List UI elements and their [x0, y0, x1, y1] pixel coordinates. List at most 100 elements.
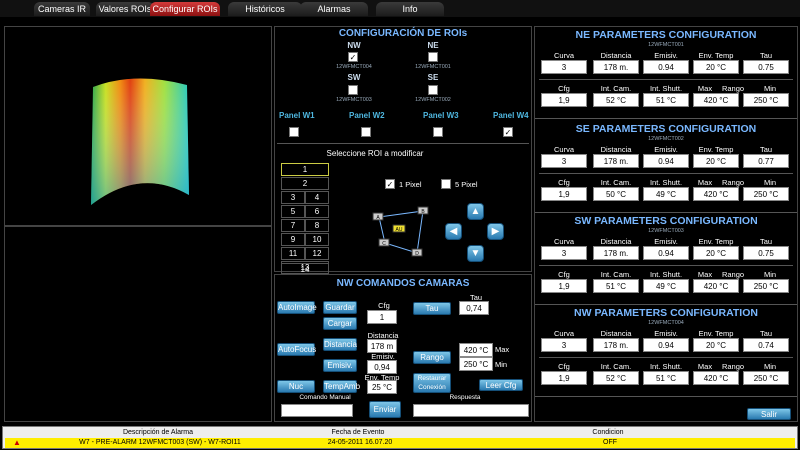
enviar-button[interactable]: Enviar [369, 401, 401, 418]
param-field[interactable]: 420 °C [693, 279, 739, 293]
roi-cell-11[interactable]: 11 [281, 247, 305, 260]
param-field[interactable]: 3 [541, 338, 587, 352]
distancia-button[interactable]: Distancia [323, 338, 357, 351]
param-field[interactable]: 178 m. [593, 60, 639, 74]
pixel1-checkbox[interactable]: ✓ [385, 179, 395, 189]
param-field[interactable]: 250 °C [743, 279, 789, 293]
param-field[interactable]: 0.77 [743, 154, 789, 168]
roi-sw-checkbox[interactable] [348, 85, 358, 95]
param-field[interactable]: 1,9 [541, 279, 587, 293]
roi-cell-7[interactable]: 7 [281, 219, 305, 232]
param-field[interactable]: 1,9 [541, 371, 587, 385]
leer-cfg-button[interactable]: Leer Cfg [479, 379, 523, 391]
roi-cell-4[interactable]: 4 [305, 191, 329, 204]
arrow-down-button[interactable]: ▼ [467, 245, 484, 262]
autoimage-button[interactable]: AutoImage [277, 301, 317, 314]
tau-field[interactable]: 0,74 [459, 301, 489, 315]
param-field[interactable]: 52 °C [593, 371, 639, 385]
param-field[interactable]: 51 °C [643, 371, 689, 385]
param-field[interactable]: 20 °C [693, 338, 739, 352]
rango-button[interactable]: Rango [413, 351, 451, 364]
param-section-title: NE PARAMETERS CONFIGURATION [575, 29, 757, 41]
roi-cell-3[interactable]: 3 [281, 191, 305, 204]
param-field[interactable]: 0.94 [643, 60, 689, 74]
roi-nw-checkbox[interactable]: ✓ [348, 52, 358, 62]
param-field[interactable]: 20 °C [693, 154, 739, 168]
roi-cell-5[interactable]: 5 [281, 205, 305, 218]
param-field[interactable]: 0.94 [643, 246, 689, 260]
roi-point-d-label: D [415, 251, 419, 257]
thermal-image [91, 78, 189, 205]
param-field[interactable]: 420 °C [693, 371, 739, 385]
nuc-button[interactable]: Nuc [277, 380, 315, 393]
param-field[interactable]: 20 °C [693, 60, 739, 74]
roi-cell-12[interactable]: 12 [305, 247, 329, 260]
min-field[interactable]: 250 °C [459, 357, 493, 371]
arrow-up-button[interactable]: ▲ [467, 203, 484, 220]
alarm-row[interactable]: ▲ W7 - PRE-ALARM 12WFMCT003 (SW) - W7-RO… [5, 438, 795, 448]
roi-cell-2[interactable]: 2 [281, 177, 329, 190]
param-field[interactable]: 420 °C [693, 93, 739, 107]
param-field[interactable]: 0.94 [643, 338, 689, 352]
roi-cell-8[interactable]: 8 [305, 219, 329, 232]
arrow-left-button[interactable]: ◀ [445, 223, 462, 240]
param-field[interactable]: 49 °C [643, 279, 689, 293]
param-field[interactable]: 1,9 [541, 187, 587, 201]
tab-valores-rois[interactable]: Valores ROIs [96, 2, 154, 16]
param-field[interactable]: 52 °C [593, 93, 639, 107]
param-field[interactable]: 0.75 [743, 246, 789, 260]
max-field[interactable]: 420 °C [459, 343, 493, 357]
param-field[interactable]: 20 °C [693, 246, 739, 260]
cfg-field[interactable]: 1 [367, 310, 397, 324]
param-field[interactable]: 250 °C [743, 93, 789, 107]
tab-historicos[interactable]: Históricos [228, 2, 302, 16]
salir-button[interactable]: Salir [747, 408, 791, 420]
param-field[interactable]: 250 °C [743, 187, 789, 201]
tab-cameras-ir[interactable]: Cameras IR [34, 2, 90, 16]
pixel5-checkbox[interactable] [441, 179, 451, 189]
arrow-right-button[interactable]: ▶ [487, 223, 504, 240]
panel-w4-checkbox[interactable]: ✓ [503, 127, 513, 137]
param-field[interactable]: 51 °C [593, 279, 639, 293]
param-field[interactable]: 178 m. [593, 246, 639, 260]
tempamb-button[interactable]: TempAmb [323, 380, 360, 393]
roi-cell-1[interactable]: 1 [281, 163, 329, 176]
param-field[interactable]: 420 °C [693, 187, 739, 201]
roi-ne-checkbox[interactable] [428, 52, 438, 62]
param-field[interactable]: 0.74 [743, 338, 789, 352]
param-field[interactable]: 3 [541, 154, 587, 168]
autofocus-button[interactable]: AutoFocus [277, 343, 316, 356]
guardar-button[interactable]: Guardar [323, 301, 357, 314]
param-field[interactable]: 0.75 [743, 60, 789, 74]
panel-w3-checkbox[interactable] [433, 127, 443, 137]
param-field[interactable]: 1,9 [541, 93, 587, 107]
cargar-button[interactable]: Cargar [323, 317, 357, 330]
roi-cell-9[interactable]: 9 [281, 233, 305, 246]
tab-info[interactable]: Info [376, 2, 444, 16]
param-field[interactable]: 3 [541, 246, 587, 260]
comando-manual-input[interactable] [281, 404, 353, 417]
distancia-field[interactable]: 178 m [367, 339, 397, 353]
panel-w2-checkbox[interactable] [361, 127, 371, 137]
panel-w1-checkbox[interactable] [289, 127, 299, 137]
roi-se-checkbox[interactable] [428, 85, 438, 95]
restaurar-conexion-button[interactable]: Restaurar Conexión [413, 373, 451, 393]
emisiv-button[interactable]: Emisiv. [323, 359, 357, 372]
tab-alarmas[interactable]: Alarmas [300, 2, 368, 16]
envtemp-field[interactable]: 25 °C [367, 380, 397, 394]
roi-cell-6[interactable]: 6 [305, 205, 329, 218]
tau-button[interactable]: Tau [413, 302, 451, 315]
param-label: Rango [721, 84, 745, 93]
cfg-label: Cfg [378, 301, 390, 310]
param-field[interactable]: 0.94 [643, 154, 689, 168]
param-field[interactable]: 178 m. [593, 154, 639, 168]
roi-cell-10[interactable]: 10 [305, 233, 329, 246]
param-field[interactable]: 250 °C [743, 371, 789, 385]
param-field[interactable]: 51 °C [643, 93, 689, 107]
param-field[interactable]: 178 m. [593, 338, 639, 352]
tab-configurar-rois[interactable]: Configurar ROIs [150, 2, 220, 16]
param-field[interactable]: 49 °C [643, 187, 689, 201]
param-field[interactable]: 50 °C [593, 187, 639, 201]
emisiv-field[interactable]: 0,94 [367, 360, 397, 374]
param-field[interactable]: 3 [541, 60, 587, 74]
